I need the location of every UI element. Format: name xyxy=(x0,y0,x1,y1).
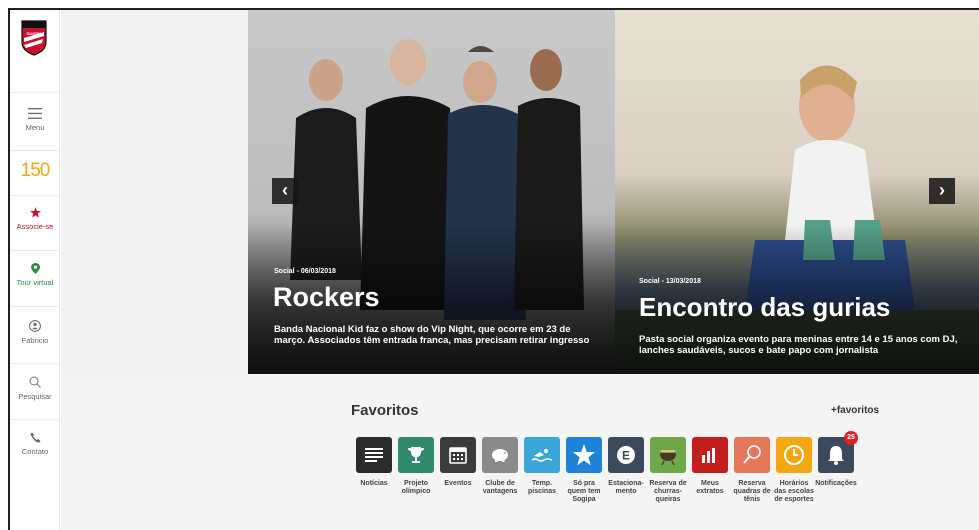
favorite-item[interactable]: E Estaciona-mento xyxy=(605,437,647,504)
svg-text:E: E xyxy=(622,449,630,463)
notification-count-badge: 25 xyxy=(844,431,858,445)
news-carousel: Social - 06/03/2018 Rockers Banda Nacion… xyxy=(61,10,979,374)
divider xyxy=(10,363,60,364)
favorite-label: Reserva quadras de tênis xyxy=(733,480,771,503)
slide-category: Social - 13/03/2018 xyxy=(639,278,701,285)
favorites-list: Notícias Projeto olímpico Eventos Clube de … xyxy=(353,431,858,504)
slide-description: Pasta social organiza evento para menina… xyxy=(639,334,958,356)
carousel-next-button[interactable]: › xyxy=(929,178,955,204)
favorites-section: Favoritos +favoritos Notícias Projeto olí… xyxy=(61,374,979,530)
favorite-label: Estaciona-mento xyxy=(608,480,644,495)
bar-chart-icon[interactable] xyxy=(692,437,728,473)
favorite-label: Meus extratos xyxy=(696,480,724,495)
divider xyxy=(10,250,60,251)
user-name-label: Fabricio xyxy=(21,336,49,345)
slide-title[interactable]: Encontro das gurias xyxy=(639,292,890,323)
carousel-prev-button[interactable]: ‹ xyxy=(272,178,298,204)
menu-button[interactable]: Menu xyxy=(10,108,60,132)
favorite-item[interactable]: Reserva quadras de tênis xyxy=(731,437,773,504)
clock-icon[interactable] xyxy=(776,437,812,473)
map-pin-icon xyxy=(30,263,40,274)
search-label: Pesquisar xyxy=(18,392,52,401)
slide-category: Social - 06/03/2018 xyxy=(274,268,336,275)
divider xyxy=(10,150,60,151)
sogipa-logo[interactable]: SOGIPA xyxy=(21,20,47,56)
favorite-label: Só pra quem tem Sogipa xyxy=(567,480,601,503)
chevron-right-icon: › xyxy=(939,180,945,200)
news-icon[interactable] xyxy=(356,437,392,473)
carousel-slide-encontro[interactable]: Social - 13/03/2018 Encontro das gurias … xyxy=(615,10,979,374)
swimmer-icon[interactable] xyxy=(524,437,560,473)
favorite-item[interactable]: Eventos xyxy=(437,437,479,504)
divider xyxy=(10,419,60,420)
app-window: SOGIPA Menu 150 Associe-se Tour virtual xyxy=(8,8,979,530)
tour-virtual-button[interactable]: Tour virtual xyxy=(10,263,60,287)
favorite-item[interactable]: Projeto olímpico xyxy=(395,437,437,504)
phone-icon xyxy=(30,432,40,443)
carousel-slide-rockers[interactable]: Social - 06/03/2018 Rockers Banda Nacion… xyxy=(248,10,615,374)
trophy-icon[interactable] xyxy=(398,437,434,473)
menu-label: Menu xyxy=(25,123,45,132)
favorites-title: Favoritos xyxy=(351,402,419,419)
favorite-label: Temp. piscinas xyxy=(527,480,556,495)
favorite-item[interactable]: Meus extratos xyxy=(689,437,731,504)
slide-title[interactable]: Rockers xyxy=(273,282,380,313)
search-icon xyxy=(29,376,41,388)
grill-icon[interactable] xyxy=(650,437,686,473)
favorite-label: Notícias xyxy=(360,480,388,487)
favorite-label: Projeto olímpico xyxy=(401,480,431,495)
calendar-icon[interactable] xyxy=(440,437,476,473)
favorite-item[interactable]: 25 Notificações xyxy=(815,431,858,504)
logo-text: SOGIPA xyxy=(26,31,41,36)
favorite-item[interactable]: Só pra quem tem Sogipa xyxy=(563,437,605,504)
star-icon xyxy=(29,207,41,218)
divider xyxy=(10,306,60,307)
user-profile-button[interactable]: Fabricio xyxy=(10,320,60,345)
piggy-bank-icon[interactable] xyxy=(482,437,518,473)
search-button[interactable]: Pesquisar xyxy=(10,376,60,401)
add-favorites-link[interactable]: +favoritos xyxy=(831,405,879,416)
favorite-label: Clube de vantagens xyxy=(482,480,518,495)
divider xyxy=(10,92,60,93)
user-icon xyxy=(29,320,41,332)
tour-virtual-label: Tour virtual xyxy=(16,278,54,287)
favorite-label: Notificações xyxy=(815,480,857,487)
anniversary-150-badge[interactable]: 150 xyxy=(10,160,60,182)
favorite-item[interactable]: Horários das escolas de esportes xyxy=(773,437,815,504)
favorite-item[interactable]: Notícias xyxy=(353,437,395,504)
favorite-label: Reserva de churras-queiras xyxy=(649,480,687,503)
chevron-left-icon: ‹ xyxy=(282,180,288,200)
anniversary-label: 150 xyxy=(20,160,51,181)
associe-se-button[interactable]: Associe-se xyxy=(10,207,60,231)
associe-se-label: Associe-se xyxy=(16,222,54,231)
contact-button[interactable]: Contato xyxy=(10,432,60,456)
slide-description: Banda Nacional Kid faz o show do Vip Nig… xyxy=(274,324,590,346)
tennis-racket-icon[interactable] xyxy=(734,437,770,473)
favorite-label: Eventos xyxy=(444,480,472,487)
divider xyxy=(10,195,60,196)
contact-label: Contato xyxy=(21,447,49,456)
favorite-label: Horários das escolas de esportes xyxy=(774,480,814,503)
favorite-item[interactable]: Reserva de churras-queiras xyxy=(647,437,689,504)
star-icon[interactable] xyxy=(566,437,602,473)
favorite-item[interactable]: Temp. piscinas xyxy=(521,437,563,504)
hamburger-icon xyxy=(28,108,42,119)
favorite-item[interactable]: Clube de vantagens xyxy=(479,437,521,504)
parking-icon[interactable]: E xyxy=(608,437,644,473)
sidebar: SOGIPA Menu 150 Associe-se Tour virtual xyxy=(10,10,60,530)
